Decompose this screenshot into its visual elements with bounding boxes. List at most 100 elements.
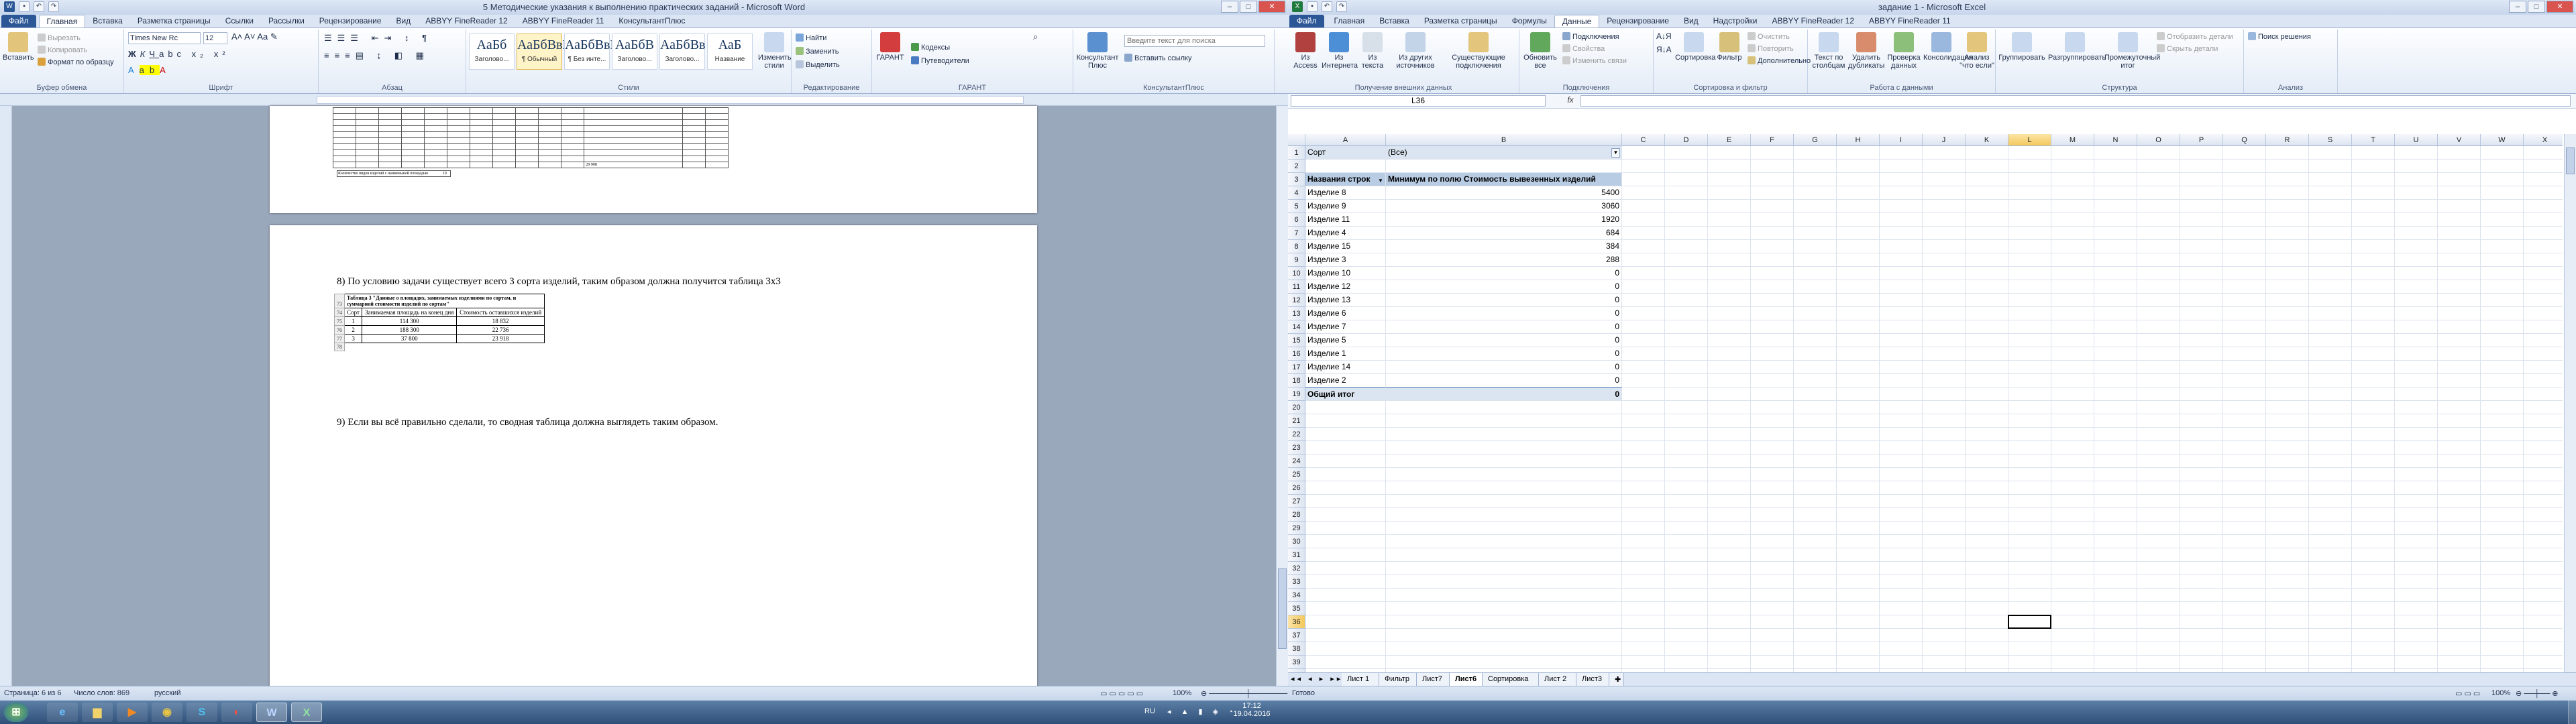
scroll-thumb[interactable] <box>1278 568 1287 649</box>
show-detail-button[interactable]: Отобразить детали <box>2157 32 2233 42</box>
pivot-row-value[interactable]: 0 <box>1386 294 1622 307</box>
row-header-25[interactable]: 25 <box>1288 468 1305 481</box>
column-header-Q[interactable]: Q <box>2223 134 2266 146</box>
explorer-icon[interactable]: ▆ <box>82 703 113 722</box>
tab-4[interactable]: Формулы <box>1505 15 1554 27</box>
replace-button[interactable]: Заменить <box>796 47 839 56</box>
word-vertical-scrollbar[interactable] <box>1276 106 1288 686</box>
row-header-8[interactable]: 8 <box>1288 240 1305 253</box>
pivot-row-label[interactable]: Изделие 1 <box>1305 347 1386 361</box>
tab-1[interactable]: Главная <box>38 15 86 27</box>
sort-button[interactable]: Сортировка <box>1675 32 1715 62</box>
row-header-2[interactable]: 2 <box>1288 160 1305 173</box>
fx-icon[interactable]: fx <box>1564 95 1576 107</box>
column-header-N[interactable]: N <box>2094 134 2137 146</box>
row-header-27[interactable]: 27 <box>1288 495 1305 508</box>
pivot-row-value[interactable]: 0 <box>1386 320 1622 334</box>
pivot-row-label[interactable]: Изделие 14 <box>1305 361 1386 374</box>
advanced-filter-button[interactable]: Дополнительно <box>1748 56 1811 66</box>
row-header-32[interactable]: 32 <box>1288 562 1305 575</box>
media-player-icon[interactable]: ▶ <box>117 703 148 722</box>
tab-9[interactable]: ABBYY FineReader 11 <box>515 15 612 27</box>
tab-3[interactable]: Разметка страницы <box>1417 15 1505 27</box>
column-header-G[interactable]: G <box>1794 134 1837 146</box>
column-header-J[interactable]: J <box>1923 134 1966 146</box>
tab-5[interactable]: Данные <box>1554 15 1600 27</box>
zoom-slider[interactable]: ⊖ ──┼── ⊕ <box>2516 689 2559 698</box>
language-indicator[interactable]: русский <box>154 689 180 697</box>
row-header-17[interactable]: 17 <box>1288 361 1305 374</box>
what-if-button[interactable]: Анализ "что если" <box>1960 32 1994 70</box>
filter-dropdown-icon[interactable]: ▼ <box>1611 148 1620 158</box>
column-header-V[interactable]: V <box>2438 134 2481 146</box>
pivot-grand-total-value[interactable]: 0 <box>1386 387 1622 401</box>
row-header-1[interactable]: 1 <box>1288 146 1305 160</box>
row-header-14[interactable]: 14 <box>1288 320 1305 334</box>
tab-10[interactable]: ABBYY FineReader 11 <box>1862 15 1958 27</box>
maximize-button[interactable]: □ <box>2528 1 2545 13</box>
row-header-37[interactable]: 37 <box>1288 629 1305 642</box>
row-header-3[interactable]: 3 <box>1288 173 1305 186</box>
garant-search-icon[interactable]: ⌕ <box>1033 32 1038 41</box>
row-header-23[interactable]: 23 <box>1288 441 1305 455</box>
formula-input[interactable] <box>1580 95 2571 107</box>
tab-8[interactable]: ABBYY FineReader 12 <box>418 15 515 27</box>
sheet-tab[interactable]: Лист7 <box>1417 673 1450 686</box>
grow-font-button[interactable]: A˄ A˅ Aa ✎ <box>231 32 278 41</box>
pivot-value-header[interactable]: Минимум по полю Стоимость вывезенных изд… <box>1386 173 1622 186</box>
pivot-row-label[interactable]: Изделие 15 <box>1305 240 1386 253</box>
sheet-tab[interactable]: Фильтр <box>1379 673 1417 686</box>
pivot-row-label[interactable]: Изделие 4 <box>1305 227 1386 240</box>
consolidate-button[interactable]: Консолидация <box>1923 32 1973 62</box>
column-header-F[interactable]: F <box>1751 134 1794 146</box>
pivot-grand-total-label[interactable]: Общий итог <box>1305 387 1386 401</box>
row-header-38[interactable]: 38 <box>1288 642 1305 656</box>
pivot-row-label[interactable]: Изделие 2 <box>1305 374 1386 387</box>
list-buttons[interactable]: ☰☰☰ ⇤⇥ ↕ ¶ <box>324 34 432 42</box>
tab-5[interactable]: Рассылки <box>261 15 312 27</box>
row-header-22[interactable]: 22 <box>1288 428 1305 441</box>
pivot-row-value[interactable]: 5400 <box>1386 186 1622 200</box>
row-header-12[interactable]: 12 <box>1288 294 1305 307</box>
connections-button[interactable]: Подключения <box>1562 32 1619 42</box>
align-buttons[interactable]: ≡≡≡▤ ↨ ◧ ▦ <box>324 51 429 60</box>
tab-4[interactable]: Ссылки <box>218 15 261 27</box>
sheet-tab[interactable]: Лист6 <box>1450 673 1483 686</box>
row-labels-dropdown-icon[interactable]: ▼ <box>1377 176 1385 186</box>
maximize-button[interactable]: □ <box>1240 1 1257 13</box>
edit-links-button[interactable]: Изменить связи <box>1562 56 1627 66</box>
tab-2[interactable]: Вставка <box>85 15 130 27</box>
font-name-select[interactable]: Times New Rc <box>128 32 201 44</box>
row-header-5[interactable]: 5 <box>1288 200 1305 213</box>
pivot-row-label[interactable]: Изделие 11 <box>1305 213 1386 227</box>
row-header-21[interactable]: 21 <box>1288 414 1305 428</box>
refresh-all-button[interactable]: Обновить все <box>1522 32 1558 70</box>
subtotal-button[interactable]: Промежуточный итог <box>2104 32 2160 70</box>
row-header-24[interactable]: 24 <box>1288 455 1305 468</box>
tab-8[interactable]: Надстройки <box>1706 15 1765 27</box>
row-header-18[interactable]: 18 <box>1288 374 1305 387</box>
language-indicator[interactable]: RU <box>1144 707 1155 715</box>
row-header-20[interactable]: 20 <box>1288 401 1305 414</box>
yandex-icon[interactable]: ◐ <box>221 703 252 722</box>
pivot-row-label[interactable]: Изделие 10 <box>1305 267 1386 280</box>
name-box[interactable]: L36 <box>1291 95 1546 107</box>
chrome-icon[interactable]: ◉ <box>152 703 182 722</box>
row-header-33[interactable]: 33 <box>1288 575 1305 589</box>
word-taskbar-icon[interactable]: W <box>256 703 287 722</box>
scroll-thumb[interactable] <box>2566 147 2575 174</box>
tab-0[interactable]: Файл <box>1 15 36 27</box>
clear-filter-button[interactable]: Очистить <box>1748 32 1790 42</box>
sort-az-button[interactable]: А↓Я <box>1656 32 1672 41</box>
paste-button[interactable]: Вставить <box>3 32 34 62</box>
sheet-tab[interactable]: Лист3 <box>1576 673 1609 686</box>
from-other-button[interactable]: Из других источников <box>1389 32 1442 70</box>
tab-2[interactable]: Вставка <box>1372 15 1417 27</box>
reapply-button[interactable]: Повторить <box>1748 44 1794 54</box>
pivot-row-value[interactable]: 0 <box>1386 334 1622 347</box>
row-header-13[interactable]: 13 <box>1288 307 1305 320</box>
pivot-row-label[interactable]: Изделие 8 <box>1305 186 1386 200</box>
minimize-button[interactable]: – <box>2509 1 2526 13</box>
pivot-row-value[interactable]: 0 <box>1386 307 1622 320</box>
text-to-columns-button[interactable]: Текст по столбцам <box>1811 32 1847 70</box>
